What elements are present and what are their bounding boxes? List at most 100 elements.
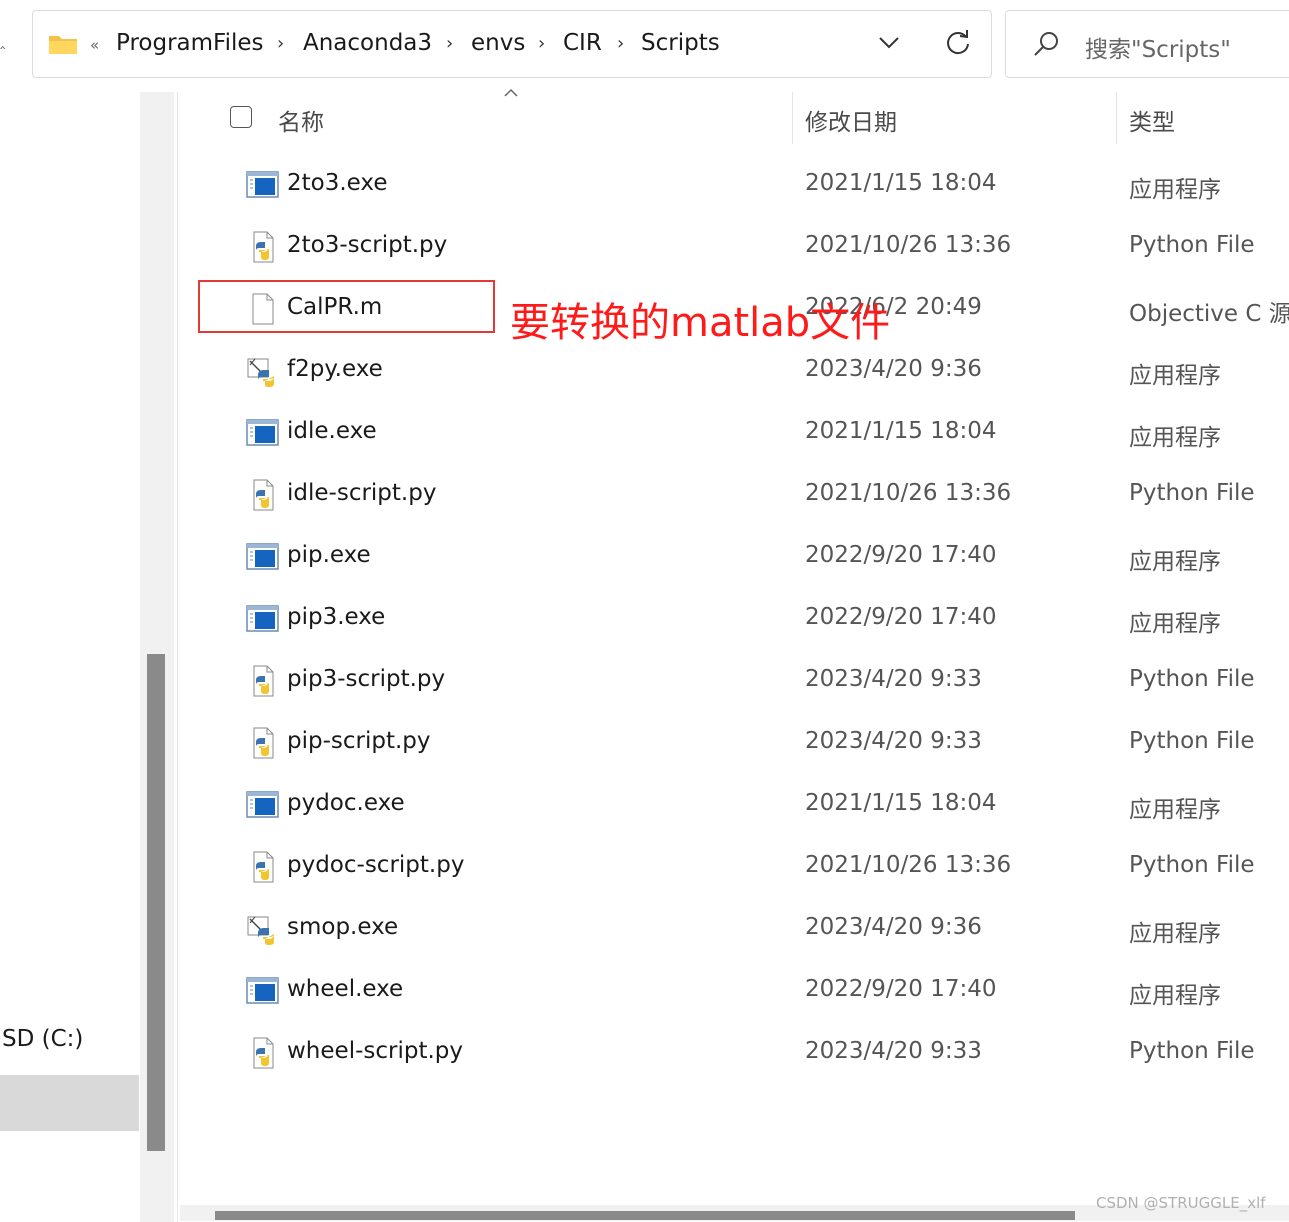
watermark: CSDN @STRUGGLE_xlf xyxy=(1096,1194,1266,1212)
exe-icon xyxy=(246,975,280,1007)
file-row[interactable]: idle-script.py 2021/10/26 13:36 Python Fil… xyxy=(180,464,1289,526)
file-modified-date: 2023/4/20 9:33 xyxy=(805,728,982,754)
file-modified-date: 2023/4/20 9:33 xyxy=(805,1038,982,1064)
file-modified-date: 2023/4/20 9:36 xyxy=(805,356,982,382)
file-modified-date: 2023/4/20 9:36 xyxy=(805,914,982,940)
annotation-text: 要转换的matlab文件 xyxy=(510,300,891,346)
file-modified-date: 2022/9/20 17:40 xyxy=(805,976,997,1002)
breadcrumb-anaconda3[interactable]: Anaconda3 xyxy=(303,30,432,56)
python-exe-icon xyxy=(246,913,280,945)
file-name[interactable]: idle-script.py xyxy=(287,480,436,506)
file-row[interactable]: pip-script.py 2023/4/20 9:33 Python File xyxy=(180,712,1289,774)
python-file-icon xyxy=(246,1037,280,1069)
nav-item-drive-c[interactable]: SD (C:) xyxy=(2,1026,83,1052)
file-row[interactable]: pip.exe 2022/9/20 17:40 应用程序 xyxy=(180,526,1289,588)
column-separator[interactable] xyxy=(1116,92,1117,144)
file-name[interactable]: pip3-script.py xyxy=(287,666,445,692)
file-type: Python File xyxy=(1129,666,1255,692)
file-row[interactable]: f2py.exe 2023/4/20 9:36 应用程序 xyxy=(180,340,1289,402)
file-modified-date: 2021/1/15 18:04 xyxy=(805,418,997,444)
exe-icon xyxy=(246,169,280,201)
chevron-right-icon[interactable]: › xyxy=(538,33,545,54)
file-row[interactable]: pip3-script.py 2023/4/20 9:33 Python File xyxy=(180,650,1289,712)
file-type: Python File xyxy=(1129,232,1255,258)
file-modified-date: 2021/10/26 13:36 xyxy=(805,232,1012,258)
exe-icon xyxy=(246,789,280,821)
column-header-date[interactable]: 修改日期 xyxy=(805,103,897,137)
annotation-highlight-box xyxy=(198,280,495,333)
file-type: Python File xyxy=(1129,1038,1255,1064)
file-modified-date: 2021/1/15 18:04 xyxy=(805,790,997,816)
file-row[interactable]: pip3.exe 2022/9/20 17:40 应用程序 xyxy=(180,588,1289,650)
python-file-icon xyxy=(246,851,280,883)
breadcrumb-programfiles[interactable]: ProgramFiles xyxy=(116,30,264,56)
nav-item-selected[interactable] xyxy=(0,1075,139,1131)
file-type: Python File xyxy=(1129,480,1255,506)
nav-scrollbar-thumb[interactable] xyxy=(147,654,165,1151)
column-header-name[interactable]: 名称 xyxy=(278,103,324,137)
breadcrumb-cir[interactable]: CIR xyxy=(563,30,602,56)
file-name[interactable]: 2to3-script.py xyxy=(287,232,447,258)
exe-icon xyxy=(246,541,280,573)
file-name[interactable]: wheel-script.py xyxy=(287,1038,463,1064)
exe-icon xyxy=(246,417,280,449)
file-type: 应用程序 xyxy=(1129,611,1221,637)
file-row[interactable]: idle.exe 2021/1/15 18:04 应用程序 xyxy=(180,402,1289,464)
search-icon xyxy=(1034,32,1058,56)
back-arrow-icon[interactable]: ‸ xyxy=(0,30,5,49)
file-type: 应用程序 xyxy=(1129,177,1221,203)
file-type: 应用程序 xyxy=(1129,921,1221,947)
file-type: 应用程序 xyxy=(1129,983,1221,1009)
file-name[interactable]: pip3.exe xyxy=(287,604,385,630)
horizontal-scrollbar-thumb[interactable] xyxy=(215,1211,1075,1220)
select-all-checkbox[interactable] xyxy=(230,106,252,128)
file-type: 应用程序 xyxy=(1129,549,1221,575)
file-name[interactable]: smop.exe xyxy=(287,914,398,940)
file-name[interactable]: pydoc-script.py xyxy=(287,852,464,878)
python-file-icon xyxy=(246,665,280,697)
python-file-icon xyxy=(246,727,280,759)
file-modified-date: 2021/10/26 13:36 xyxy=(805,852,1012,878)
column-header-type[interactable]: 类型 xyxy=(1129,103,1175,137)
file-modified-date: 2022/9/20 17:40 xyxy=(805,604,997,630)
exe-icon xyxy=(246,603,280,635)
sort-ascending-icon xyxy=(504,88,518,97)
file-row[interactable]: 2to3-script.py 2021/10/26 13:36 Python Fil… xyxy=(180,216,1289,278)
file-type: 应用程序 xyxy=(1129,797,1221,823)
search-input[interactable]: 搜索"Scripts" xyxy=(1085,30,1231,64)
file-modified-date: 2023/4/20 9:33 xyxy=(805,666,982,692)
chevron-down-icon[interactable] xyxy=(878,36,900,50)
file-name[interactable]: wheel.exe xyxy=(287,976,403,1002)
file-name[interactable]: pydoc.exe xyxy=(287,790,405,816)
file-row[interactable]: 2to3.exe 2021/1/15 18:04 应用程序 xyxy=(180,154,1289,216)
file-row[interactable]: pydoc-script.py 2021/10/26 13:36 Python Fi… xyxy=(180,836,1289,898)
file-row[interactable]: smop.exe 2023/4/20 9:36 应用程序 xyxy=(180,898,1289,960)
pane-divider[interactable] xyxy=(177,92,178,1222)
file-type: Python File xyxy=(1129,728,1255,754)
breadcrumb-overflow[interactable]: « xyxy=(90,36,99,54)
file-row[interactable]: pydoc.exe 2021/1/15 18:04 应用程序 xyxy=(180,774,1289,836)
file-name[interactable]: 2to3.exe xyxy=(287,170,387,196)
file-type: 应用程序 xyxy=(1129,363,1221,389)
chevron-right-icon[interactable]: › xyxy=(617,33,624,54)
file-name[interactable]: f2py.exe xyxy=(287,356,383,382)
file-name[interactable]: idle.exe xyxy=(287,418,377,444)
file-name[interactable]: pip-script.py xyxy=(287,728,431,754)
file-type: Objective C 源 xyxy=(1129,301,1289,327)
refresh-icon[interactable] xyxy=(944,29,972,57)
python-exe-icon xyxy=(246,355,280,387)
file-type: Python File xyxy=(1129,852,1255,878)
chevron-right-icon[interactable]: › xyxy=(446,33,453,54)
column-separator[interactable] xyxy=(792,92,793,144)
file-row[interactable]: wheel-script.py 2023/4/20 9:33 Python File xyxy=(180,1022,1289,1084)
file-name[interactable]: pip.exe xyxy=(287,542,371,568)
chevron-right-icon[interactable]: › xyxy=(277,33,284,54)
breadcrumb-scripts[interactable]: Scripts xyxy=(641,30,720,56)
breadcrumb-envs[interactable]: envs xyxy=(471,30,525,56)
file-type: 应用程序 xyxy=(1129,425,1221,451)
folder-icon xyxy=(49,36,77,54)
file-modified-date: 2021/1/15 18:04 xyxy=(805,170,997,196)
file-modified-date: 2022/9/20 17:40 xyxy=(805,542,997,568)
python-file-icon xyxy=(246,479,280,511)
file-row[interactable]: wheel.exe 2022/9/20 17:40 应用程序 xyxy=(180,960,1289,1022)
